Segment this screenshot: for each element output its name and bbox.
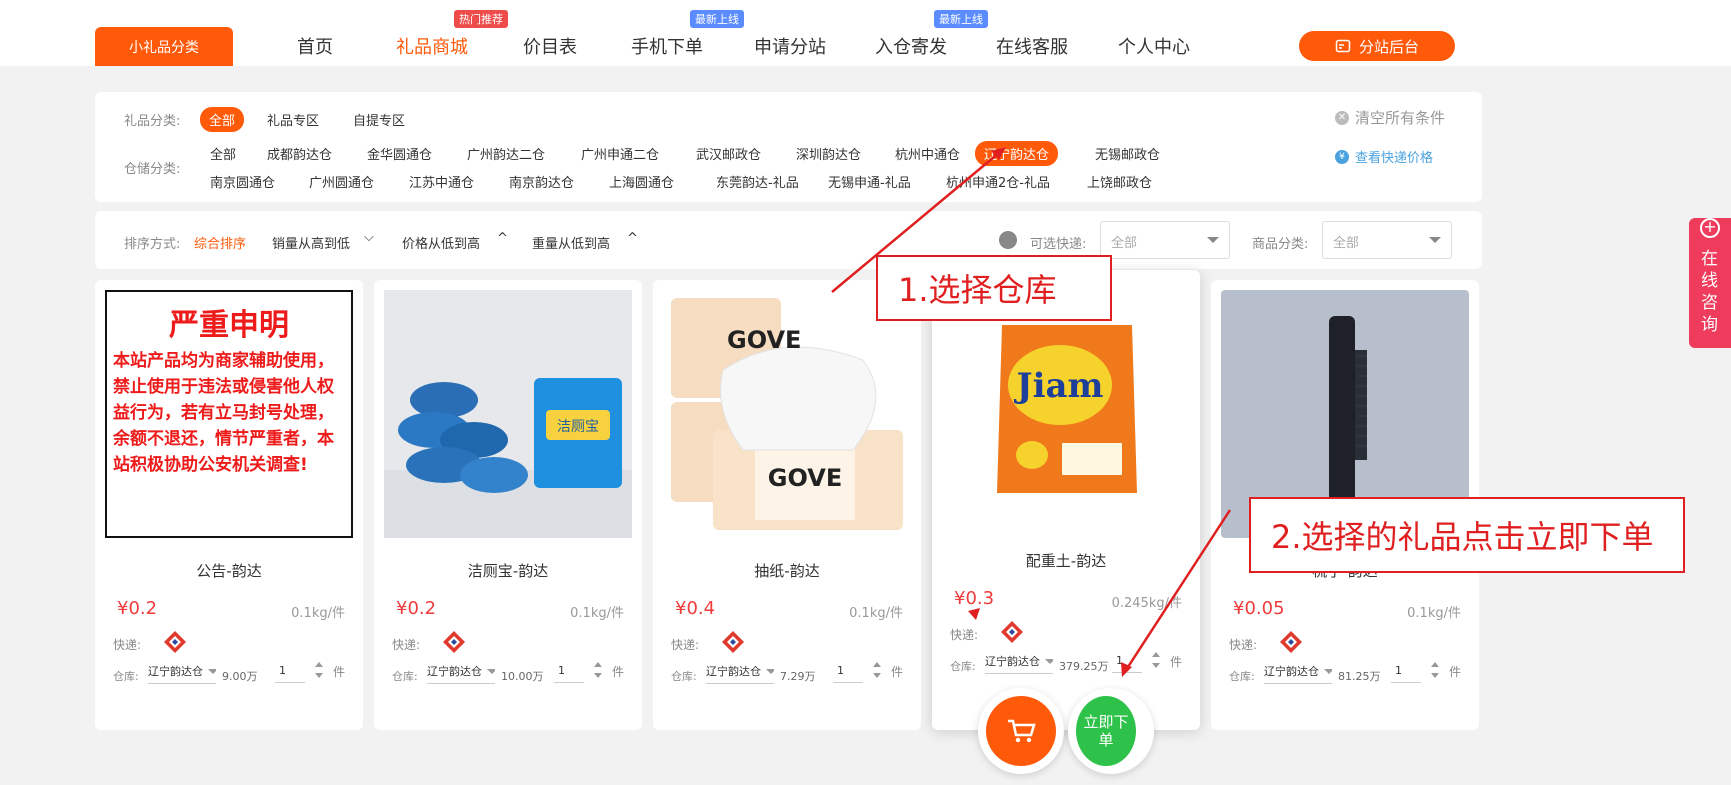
annotation-arrows [831, 147, 1232, 677]
annotation-step2: 2.选择的礼品点击立即下单 [1249, 497, 1685, 573]
consult-label: 在线咨询 [1701, 249, 1718, 335]
online-consult-tab[interactable]: + 在线咨询 [1689, 218, 1731, 348]
plus-icon: + [1700, 218, 1720, 238]
annotation-step1: 1.选择仓库 [876, 255, 1112, 321]
